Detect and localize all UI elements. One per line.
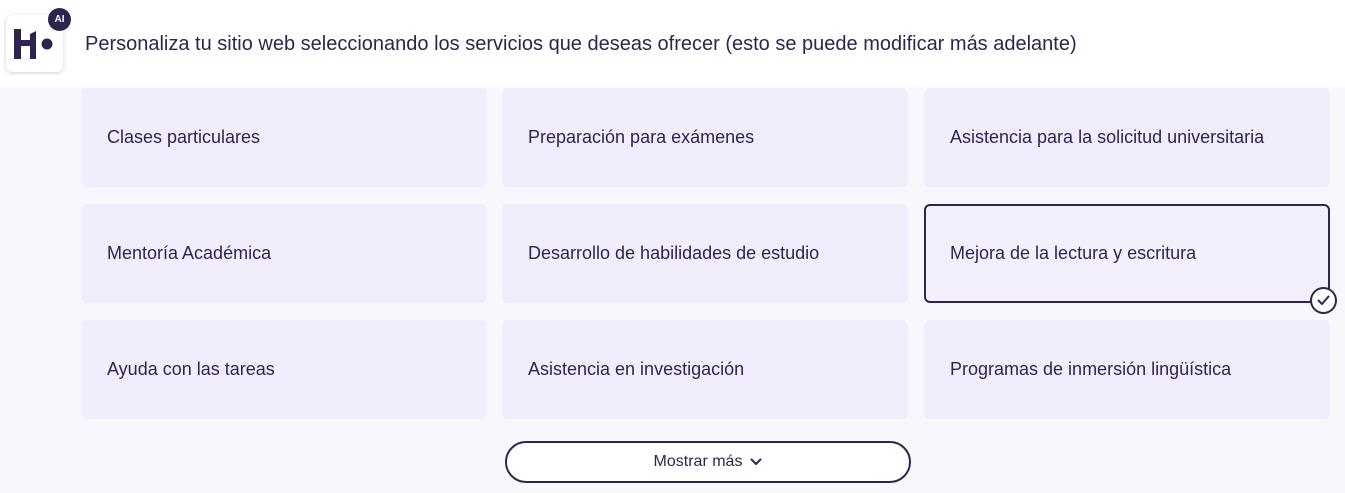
service-card-label: Clases particulares bbox=[107, 127, 261, 147]
service-card-habilidades-estudio[interactable]: Desarrollo de habilidades de estudio bbox=[502, 204, 908, 303]
show-more-label: Mostrar más bbox=[653, 453, 743, 470]
service-card-preparacion-examenes[interactable]: Preparación para exámenes bbox=[502, 88, 908, 187]
service-card-ayuda-tareas[interactable]: Ayuda con las tareas bbox=[81, 320, 487, 419]
show-more-button[interactable]: Mostrar más bbox=[505, 441, 911, 483]
service-card-label: Mejora de la lectura y escritura bbox=[950, 243, 1197, 263]
check-icon bbox=[1310, 287, 1337, 314]
service-card-lectura-escritura[interactable]: Mejora de la lectura y escritura bbox=[924, 204, 1337, 314]
page-prompt: Personaliza tu sitio web seleccionando l… bbox=[85, 33, 1077, 55]
service-card-solicitud-universitaria[interactable]: Asistencia para la solicitud universitar… bbox=[924, 88, 1330, 187]
service-card-label: Desarrollo de habilidades de estudio bbox=[528, 243, 820, 263]
service-card-inmersion-linguistica[interactable]: Programas de inmersión lingüística bbox=[924, 320, 1330, 419]
chevron-down-icon bbox=[750, 453, 762, 471]
service-card-asistencia-investigacion[interactable]: Asistencia en investigación bbox=[502, 320, 908, 419]
service-card-label: Ayuda con las tareas bbox=[107, 359, 275, 379]
service-card-label: Mentoría Académica bbox=[107, 243, 272, 263]
service-card-label: Preparación para exámenes bbox=[528, 127, 755, 147]
ai-badge: AI bbox=[48, 8, 71, 31]
service-card-mentoria-academica[interactable]: Mentoría Académica bbox=[81, 204, 487, 303]
service-card-label: Programas de inmersión lingüística bbox=[950, 359, 1232, 379]
hostinger-logo-icon bbox=[14, 29, 53, 59]
service-card-clases-particulares[interactable]: Clases particulares bbox=[81, 88, 487, 187]
service-card-label: Asistencia para la solicitud universitar… bbox=[950, 127, 1265, 147]
service-card-label: Asistencia en investigación bbox=[528, 359, 745, 379]
